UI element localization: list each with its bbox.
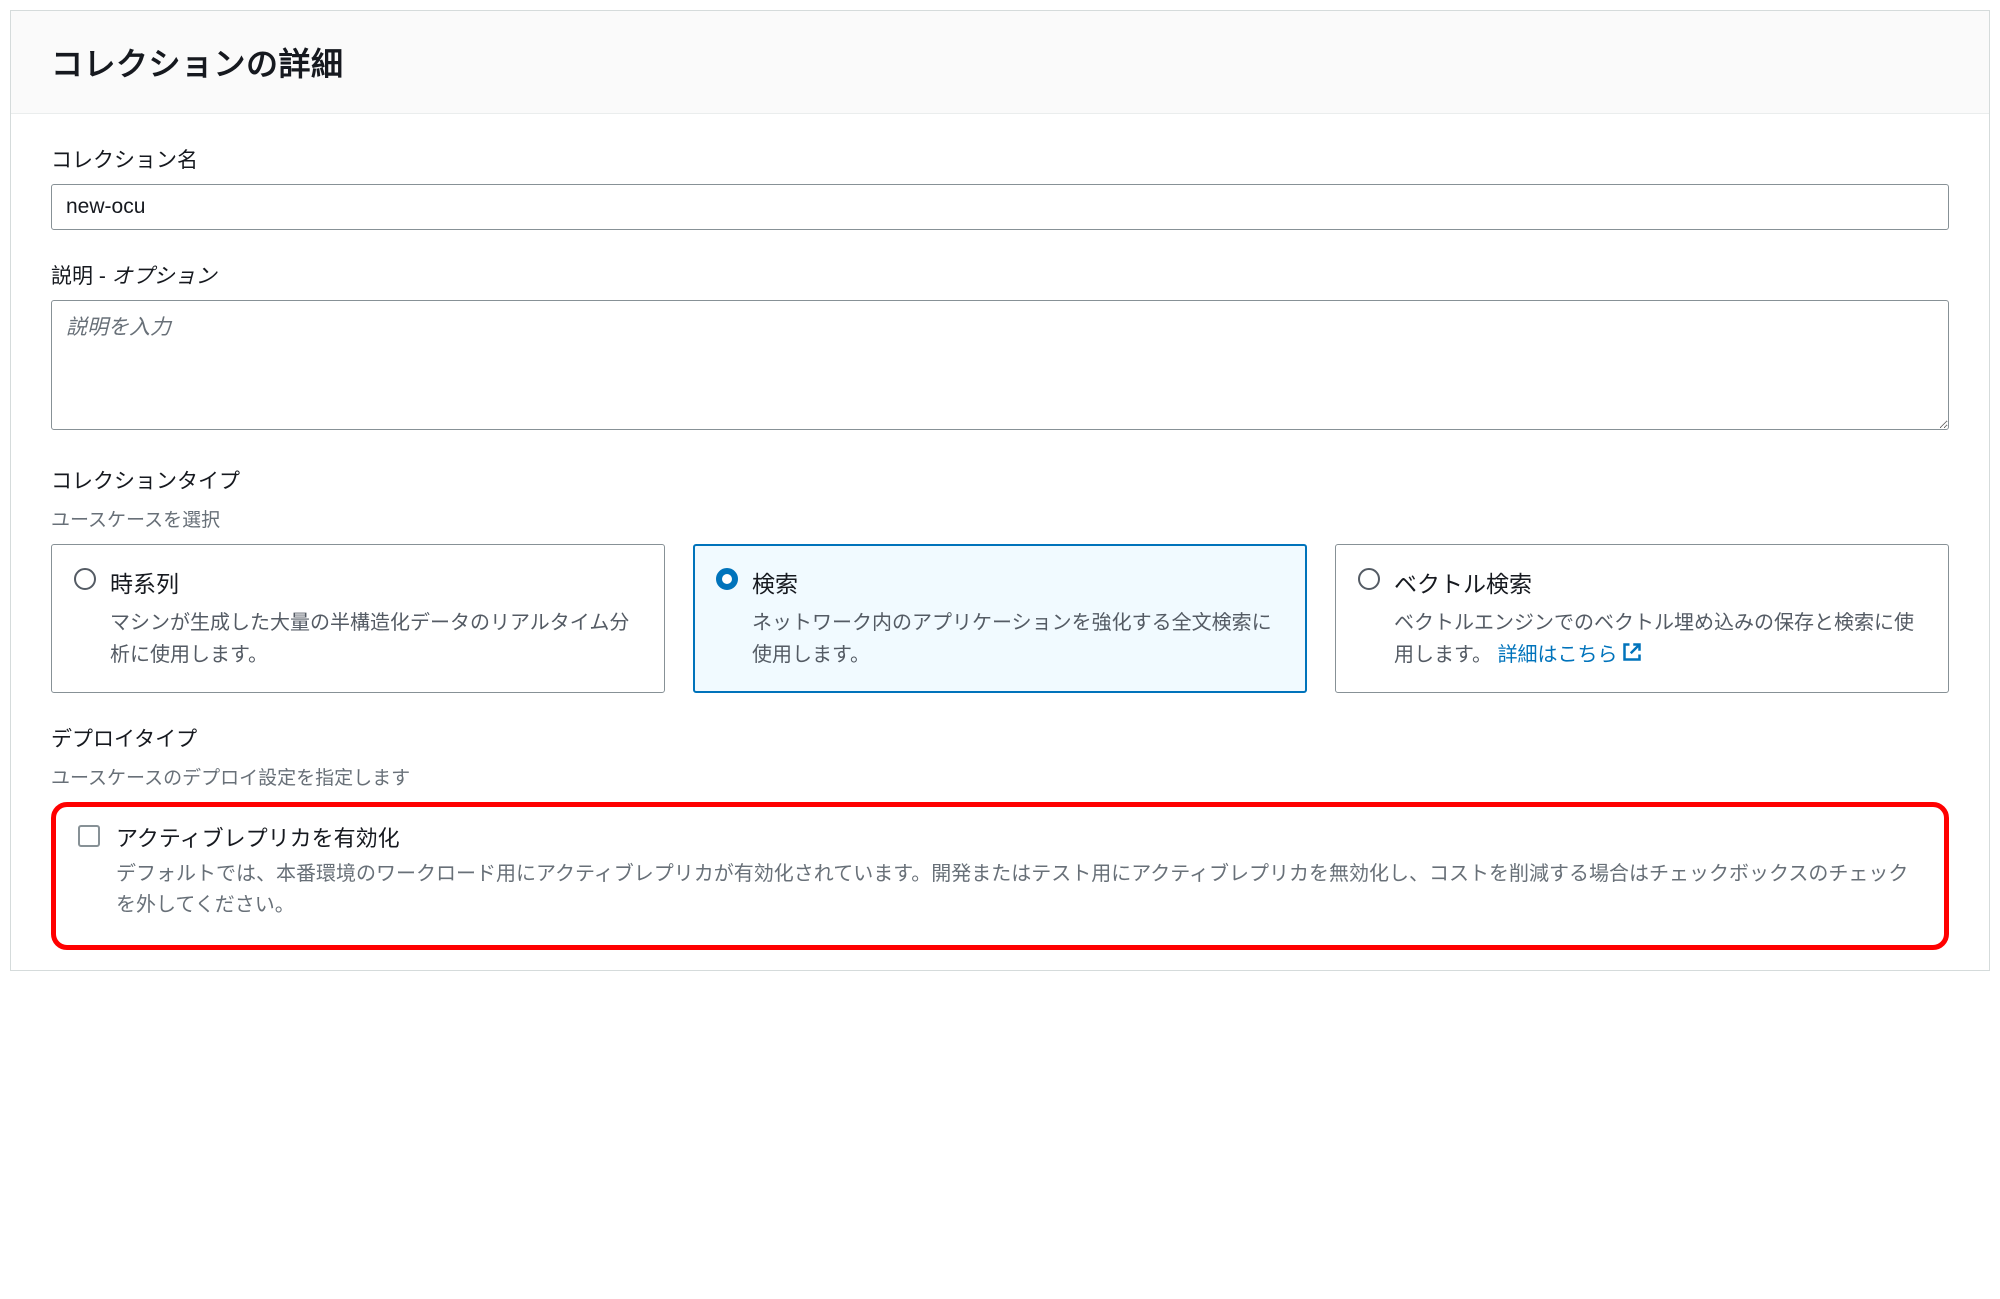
active-replica-highlight: アクティブレプリカを有効化 デフォルトでは、本番環境のワークロード用にアクティブ… bbox=[51, 802, 1949, 950]
active-replica-row: アクティブレプリカを有効化 デフォルトでは、本番環境のワークロード用にアクティブ… bbox=[78, 821, 1922, 921]
panel-title: コレクションの詳細 bbox=[51, 39, 1949, 85]
collection-type-field: コレクションタイプ ユースケースを選択 時系列 マシンが生成した大量の半構造化デ… bbox=[51, 465, 1949, 693]
tile-title: 検索 bbox=[752, 565, 1284, 599]
radio-icon bbox=[1358, 568, 1380, 590]
external-link-icon bbox=[1622, 640, 1642, 672]
collection-name-field: コレクション名 bbox=[51, 144, 1949, 230]
description-textarea[interactable] bbox=[51, 300, 1949, 430]
tile-desc: ベクトルエンジンでのベクトル埋め込みの保存と検索に使用します。 詳細はこちら bbox=[1394, 607, 1926, 672]
collection-type-label: コレクションタイプ bbox=[51, 465, 1949, 495]
tile-title: ベクトル検索 bbox=[1394, 565, 1926, 599]
active-replica-desc: デフォルトでは、本番環境のワークロード用にアクティブレプリカが有効化されています… bbox=[116, 859, 1922, 921]
tile-desc: マシンが生成した大量の半構造化データのリアルタイム分析に使用します。 bbox=[110, 607, 642, 671]
radio-icon bbox=[716, 568, 738, 590]
tile-desc: ネットワーク内のアプリケーションを強化する全文検索に使用します。 bbox=[752, 607, 1284, 671]
tile-timeseries[interactable]: 時系列 マシンが生成した大量の半構造化データのリアルタイム分析に使用します。 bbox=[51, 544, 665, 693]
tile-title: 時系列 bbox=[110, 565, 642, 599]
deploy-type-sublabel: ユースケースのデプロイ設定を指定します bbox=[51, 763, 1949, 790]
panel-body: コレクション名 説明 - オプション コレクションタイプ ユースケースを選択 時… bbox=[11, 114, 1989, 970]
collection-type-tiles: 時系列 マシンが生成した大量の半構造化データのリアルタイム分析に使用します。 検… bbox=[51, 544, 1949, 693]
active-replica-title: アクティブレプリカを有効化 bbox=[116, 821, 1922, 853]
collection-name-input[interactable] bbox=[51, 184, 1949, 230]
deploy-type-label: デプロイタイプ bbox=[51, 723, 1949, 753]
description-field: 説明 - オプション bbox=[51, 260, 1949, 435]
collection-name-label: コレクション名 bbox=[51, 144, 1949, 174]
description-label: 説明 - オプション bbox=[51, 260, 1949, 290]
deploy-type-field: デプロイタイプ ユースケースのデプロイ設定を指定します bbox=[51, 723, 1949, 790]
collection-type-sublabel: ユースケースを選択 bbox=[51, 505, 1949, 532]
panel-header: コレクションの詳細 bbox=[11, 11, 1989, 114]
learn-more-link[interactable]: 詳細はこちら bbox=[1498, 644, 1642, 666]
collection-details-panel: コレクションの詳細 コレクション名 説明 - オプション コレクションタイプ ユ… bbox=[10, 10, 1990, 971]
radio-icon bbox=[74, 568, 96, 590]
tile-vector[interactable]: ベクトル検索 ベクトルエンジンでのベクトル埋め込みの保存と検索に使用します。 詳… bbox=[1335, 544, 1949, 693]
tile-search[interactable]: 検索 ネットワーク内のアプリケーションを強化する全文検索に使用します。 bbox=[693, 544, 1307, 693]
active-replica-checkbox[interactable] bbox=[78, 825, 100, 847]
